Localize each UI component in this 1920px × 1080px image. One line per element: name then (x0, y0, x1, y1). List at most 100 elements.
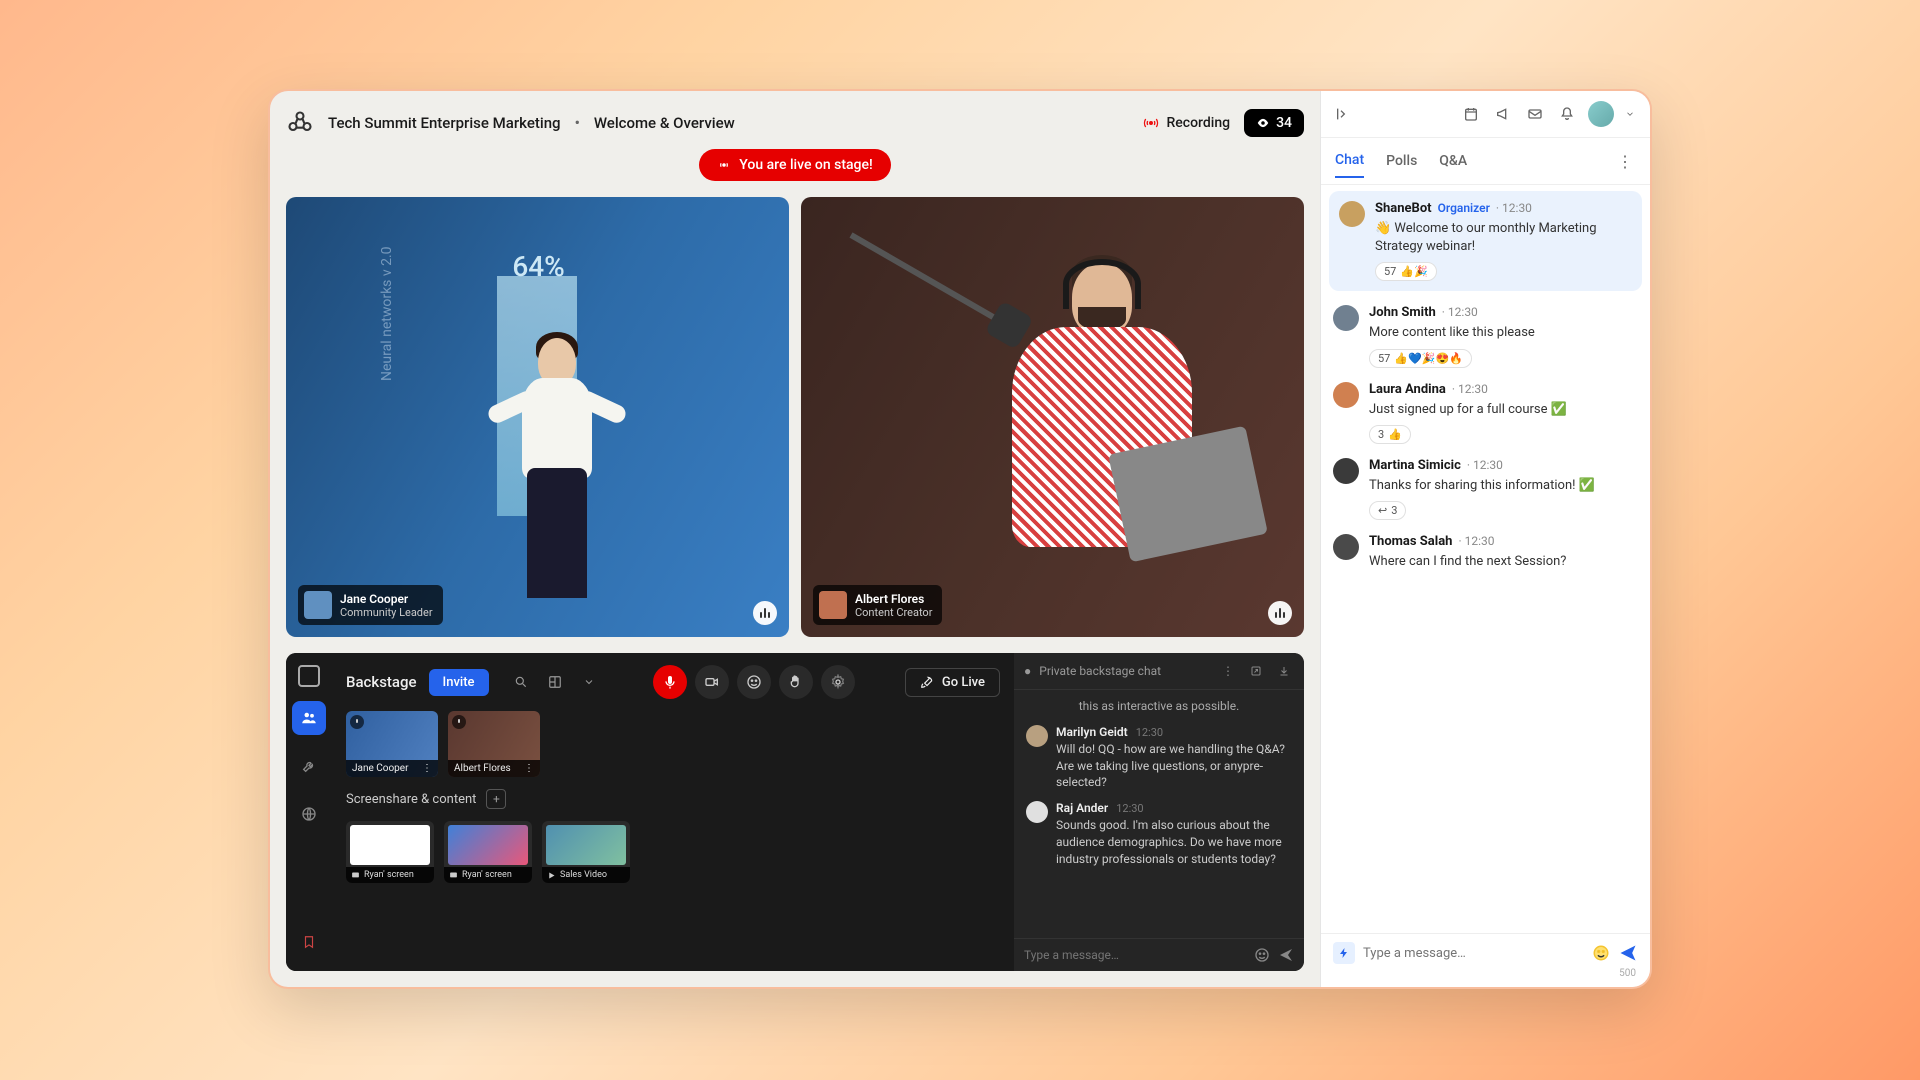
recording-indicator: Recording (1143, 115, 1231, 131)
avatar (819, 591, 847, 619)
popout-icon[interactable] (1246, 661, 1266, 681)
content-thumb[interactable]: Ryan' screen (346, 821, 434, 883)
rail-globe-icon[interactable] (292, 797, 326, 831)
emoji-button[interactable] (737, 665, 771, 699)
tab-qa[interactable]: Q&A (1439, 145, 1467, 177)
video-label: Jane Cooper Community Leader (298, 585, 443, 625)
truncated-message: this as interactive as possible. (1026, 698, 1292, 715)
collapse-icon[interactable] (1335, 106, 1351, 122)
video-grid: 64% Neural networks v 2.0 Jane Cooper Co… (286, 197, 1304, 637)
content-thumbs: Ryan' screen Ryan' screen Sales Video (346, 821, 1000, 883)
chat-message: Martina Simicic12:30 Thanks for sharing … (1333, 458, 1638, 520)
go-live-button[interactable]: Go Live (905, 668, 1000, 697)
reaction-pill[interactable]: 57👍💙🎉😍🔥 (1369, 349, 1472, 368)
search-icon[interactable] (507, 668, 535, 696)
content-thumb[interactable]: Ryan' screen (444, 821, 532, 883)
viewer-count[interactable]: 34 (1244, 109, 1304, 137)
live-banner-text: You are live on stage! (739, 157, 872, 173)
right-panel: Chat Polls Q&A ⋮ ShaneBotOrganizer12:30 … (1320, 91, 1650, 987)
recording-label: Recording (1167, 115, 1231, 131)
avatar (1333, 305, 1359, 331)
backstage-header: Backstage Invite (346, 665, 1000, 699)
reaction-pill[interactable]: ↩3 (1369, 501, 1406, 520)
megaphone-icon[interactable] (1492, 103, 1514, 125)
backstage-rail (286, 653, 332, 971)
backstage-chat-body[interactable]: this as interactive as possible. Marilyn… (1014, 690, 1304, 938)
reaction-pill[interactable]: 57👍🎉 (1375, 262, 1437, 281)
avatar (1026, 725, 1048, 747)
chat-input[interactable] (1363, 946, 1584, 961)
send-button[interactable] (1618, 943, 1638, 963)
presenter-role: Content Creator (855, 606, 932, 619)
app-logo[interactable] (286, 109, 314, 137)
rocket-icon (920, 675, 934, 689)
raise-hand-button[interactable] (779, 665, 813, 699)
backstage-chat-input-row (1014, 938, 1304, 971)
content-thumb[interactable]: Sales Video (542, 821, 630, 883)
calendar-icon[interactable] (1460, 103, 1482, 125)
download-icon[interactable] (1274, 661, 1294, 681)
avatar (1339, 201, 1365, 227)
presenter-figure (1002, 263, 1202, 583)
right-panel-top (1321, 91, 1650, 138)
send-icon[interactable] (1278, 947, 1294, 963)
user-avatar[interactable] (1588, 101, 1614, 127)
mic-button[interactable] (653, 665, 687, 699)
rail-bookmark-icon[interactable] (292, 925, 326, 959)
chevron-down-icon[interactable] (1624, 103, 1636, 125)
event-name[interactable]: Tech Summit Enterprise Marketing (328, 114, 561, 132)
more-icon[interactable]: ⋮ (1218, 661, 1238, 681)
backstage-chat-header: ● Private backstage chat ⋮ (1014, 653, 1304, 690)
right-panel-tabs: Chat Polls Q&A ⋮ (1321, 138, 1650, 185)
chat-message: Laura Andina12:30 Just signed up for a f… (1333, 382, 1638, 444)
more-icon[interactable]: ⋮ (524, 763, 534, 774)
avatar (1333, 382, 1359, 408)
presenter-name: Jane Cooper (340, 592, 433, 606)
backstage-chat-input[interactable] (1024, 948, 1246, 962)
tab-chat[interactable]: Chat (1335, 144, 1364, 178)
live-banner: You are live on stage! (699, 149, 890, 181)
emoji-icon[interactable] (1592, 944, 1610, 962)
slide-side-text: Neural networks v 2.0 (379, 246, 395, 381)
video-tile-albert[interactable]: Albert Flores Content Creator (801, 197, 1304, 637)
headphones-icon (1063, 259, 1141, 309)
rail-people-icon[interactable] (292, 701, 326, 735)
screen-icon (449, 871, 458, 880)
settings-button[interactable] (821, 665, 855, 699)
play-icon (547, 871, 556, 880)
chat-body[interactable]: ShaneBotOrganizer12:30 👋 Welcome to our … (1321, 185, 1650, 933)
screen-icon (351, 871, 360, 880)
avatar (1333, 534, 1359, 560)
session-name[interactable]: Welcome & Overview (594, 114, 735, 132)
reaction-pill[interactable]: 3👍 (1369, 425, 1411, 444)
audio-indicator-icon (1268, 601, 1292, 625)
layout-icon[interactable] (541, 668, 569, 696)
backstage-title: Backstage (346, 673, 417, 691)
video-tile-jane[interactable]: 64% Neural networks v 2.0 Jane Cooper Co… (286, 197, 789, 637)
separator-icon: • (575, 114, 580, 132)
tab-polls[interactable]: Polls (1386, 145, 1417, 177)
media-controls (653, 665, 855, 699)
chevron-down-icon[interactable] (575, 668, 603, 696)
bell-icon[interactable] (1556, 103, 1578, 125)
mail-icon[interactable] (1524, 103, 1546, 125)
backstage-thumb[interactable]: Jane Cooper⋮ (346, 711, 438, 777)
mic-icon (452, 715, 466, 729)
go-live-label: Go Live (942, 675, 985, 690)
presenter-role: Community Leader (340, 606, 433, 619)
backstage-thumb[interactable]: Albert Flores⋮ (448, 711, 540, 777)
invite-button[interactable]: Invite (429, 669, 489, 696)
backstage-logo-icon[interactable] (298, 665, 320, 687)
char-count: 500 (1321, 968, 1650, 987)
broadcast-icon (717, 158, 731, 172)
add-content-button[interactable]: + (486, 789, 506, 809)
presenter-name: Albert Flores (855, 592, 932, 606)
mic-icon (350, 715, 364, 729)
rail-wrench-icon[interactable] (292, 749, 326, 783)
camera-button[interactable] (695, 665, 729, 699)
more-icon[interactable]: ⋮ (1614, 150, 1636, 172)
emoji-icon[interactable] (1254, 947, 1270, 963)
quick-action-icon[interactable] (1333, 942, 1355, 964)
more-icon[interactable]: ⋮ (422, 763, 432, 774)
video-label: Albert Flores Content Creator (813, 585, 942, 625)
